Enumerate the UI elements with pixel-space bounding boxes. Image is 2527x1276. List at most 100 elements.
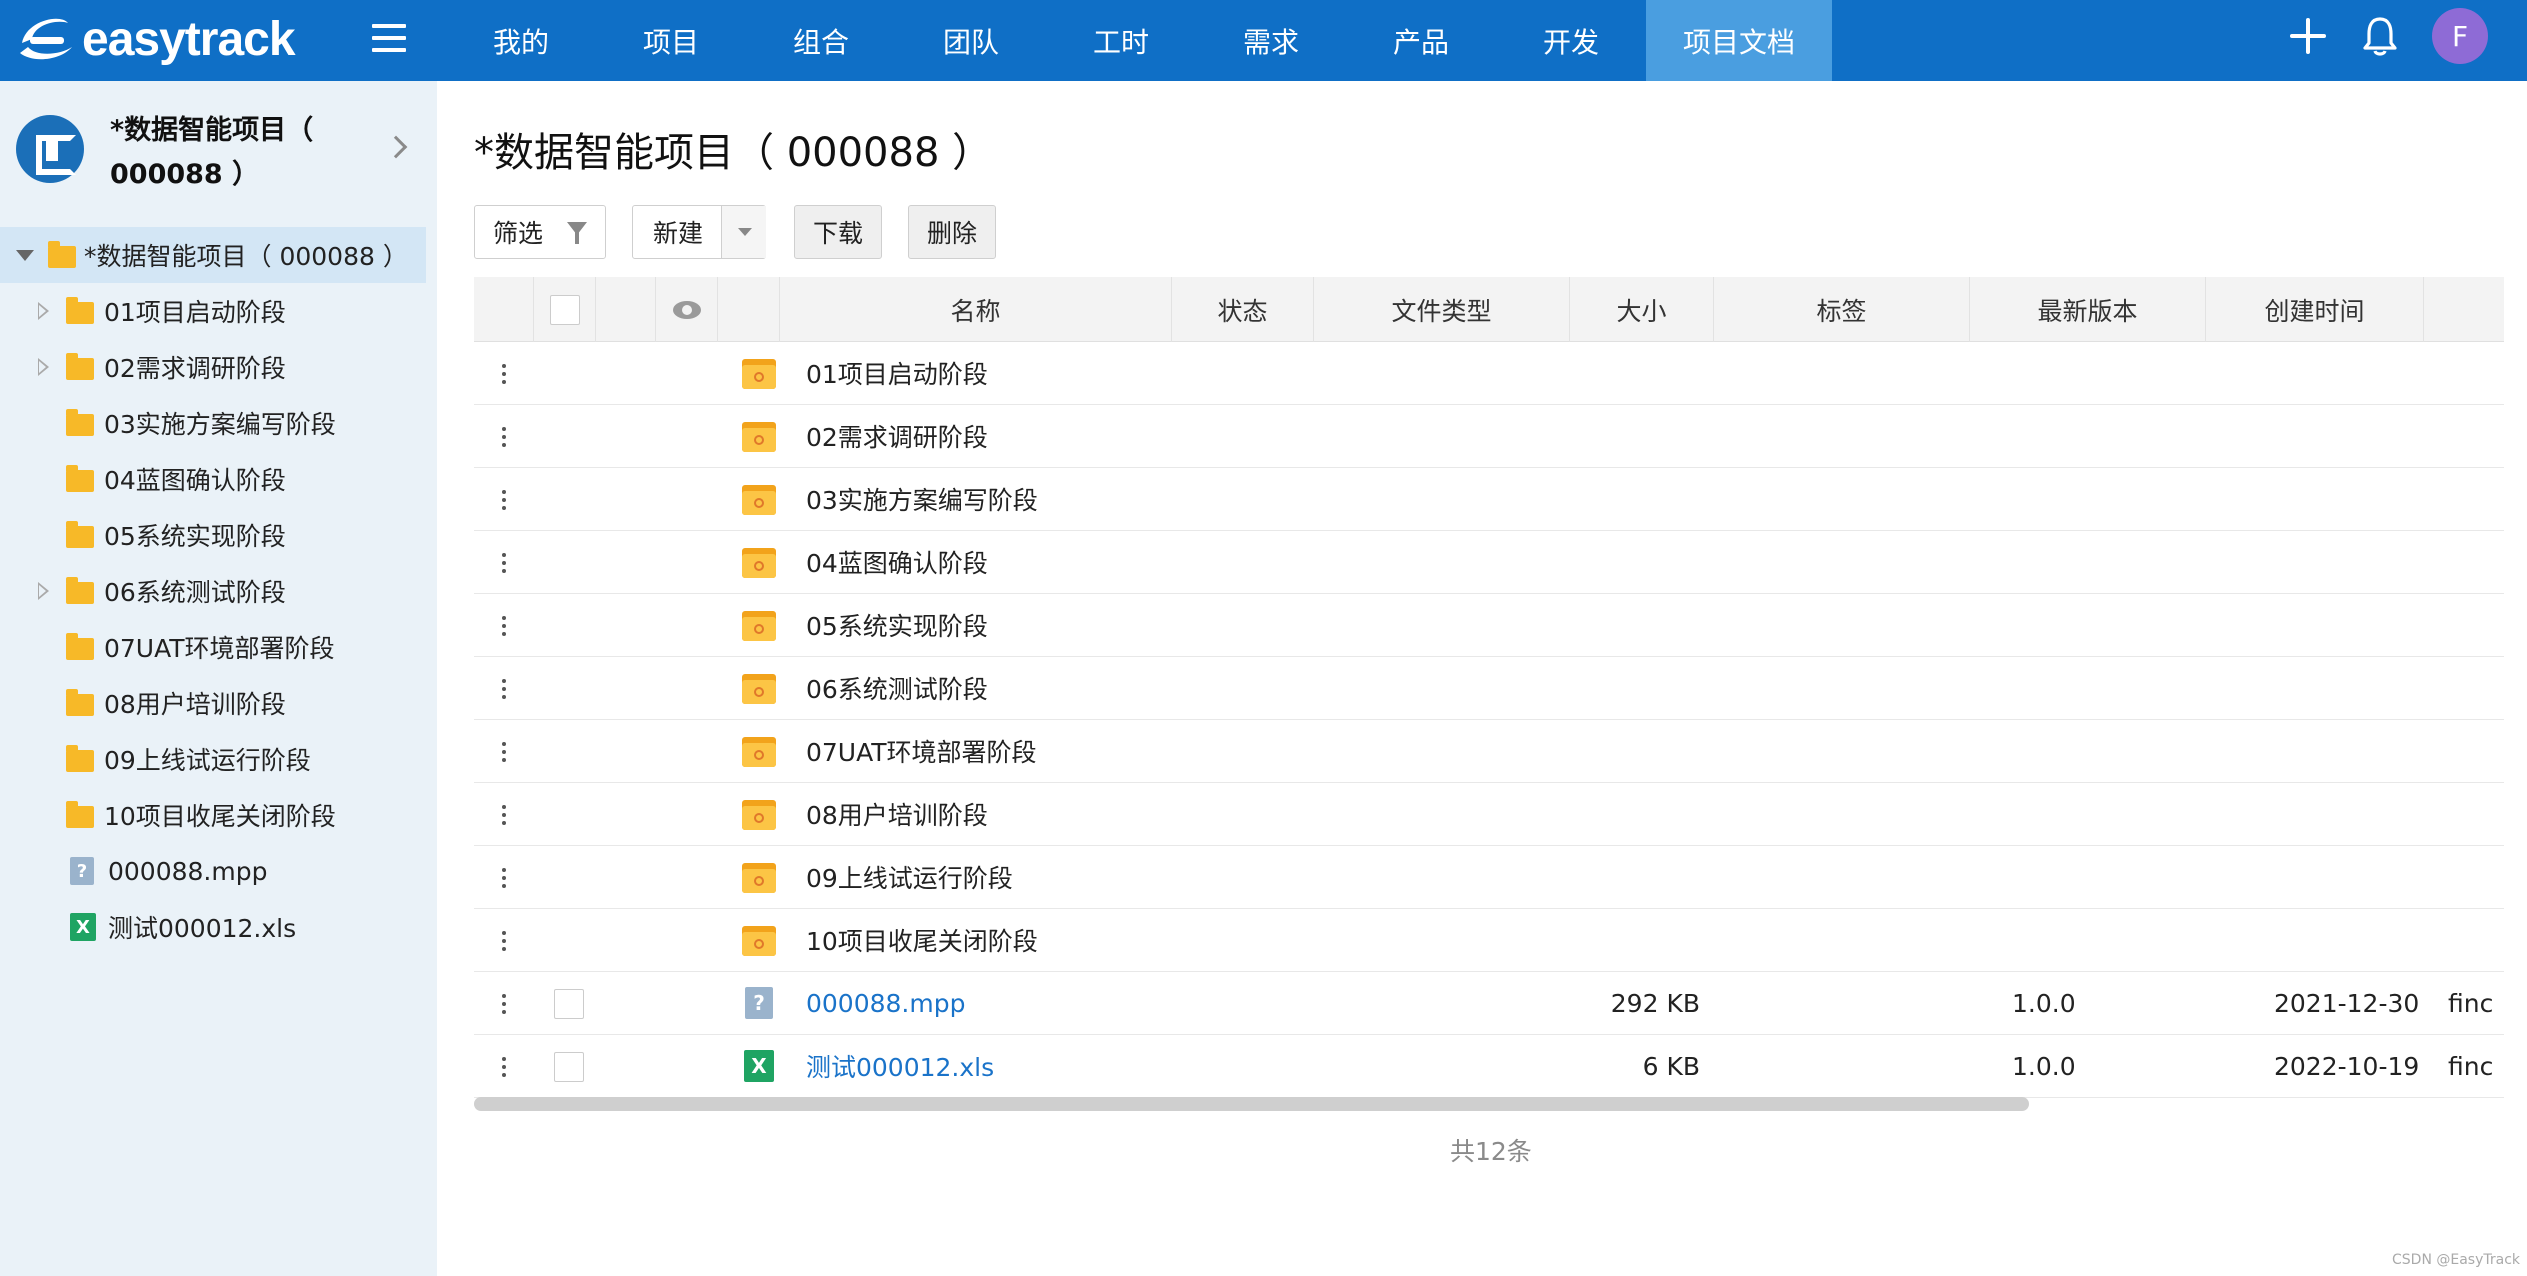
row-name[interactable]: 04蓝图确认阶段 — [806, 531, 988, 593]
menu-icon[interactable] — [372, 24, 406, 52]
row-checkbox[interactable] — [554, 1052, 584, 1082]
bell-icon[interactable] — [2362, 16, 2398, 56]
total-count: 共12条 — [1450, 1137, 1532, 1166]
project-title: *数据智能项目（ 000088 ） — [110, 115, 314, 190]
select-all-checkbox[interactable] — [549, 294, 580, 325]
tree-item-label: 10项目收尾关闭阶段 — [104, 802, 336, 831]
filter-button[interactable]: 筛选 — [474, 205, 606, 259]
table-row[interactable]: 02需求调研阶段 — [474, 405, 2504, 468]
row-name[interactable]: 10项目收尾关闭阶段 — [806, 909, 1038, 971]
header-tags[interactable]: 标签 — [1714, 277, 1970, 342]
nav-item-requirements[interactable]: 需求 — [1196, 0, 1346, 81]
chevron-right-icon[interactable] — [384, 135, 408, 159]
download-button[interactable]: 下载 — [794, 205, 882, 259]
row-name[interactable]: 07UAT环境部署阶段 — [806, 720, 1037, 782]
tree-item[interactable]: ? 000088.mpp — [0, 843, 437, 899]
user-avatar[interactable]: F — [2432, 8, 2488, 64]
tree-item-label: 04蓝图确认阶段 — [104, 466, 286, 495]
table-row[interactable]: ? 000088.mpp 292 KB 1.0.0 2021-12-30 fin… — [474, 972, 2504, 1035]
nav-item-development[interactable]: 开发 — [1496, 0, 1646, 81]
more-icon[interactable] — [502, 1055, 506, 1079]
folder-icon — [742, 548, 776, 578]
tree-item-label: 01项目启动阶段 — [104, 298, 286, 327]
header-status[interactable]: 状态 — [1172, 277, 1314, 342]
row-name-link[interactable]: 测试000012.xls — [806, 1035, 994, 1097]
tree-item[interactable]: 02需求调研阶段 — [0, 339, 437, 395]
tree-item[interactable]: 06系统测试阶段 — [0, 563, 437, 619]
eye-icon[interactable] — [672, 300, 701, 319]
tree-item[interactable]: 10项目收尾关闭阶段 — [0, 787, 437, 843]
header-file-type[interactable]: 文件类型 — [1314, 277, 1570, 342]
nav-item-team[interactable]: 团队 — [896, 0, 1046, 81]
tree-item[interactable]: 05系统实现阶段 — [0, 507, 437, 563]
tree-item[interactable]: 09上线试运行阶段 — [0, 731, 437, 787]
more-icon[interactable] — [502, 866, 506, 890]
more-icon[interactable] — [502, 740, 506, 764]
caret-right-icon[interactable] — [38, 582, 49, 600]
more-icon[interactable] — [502, 803, 506, 827]
header-size[interactable]: 大小 — [1570, 277, 1714, 342]
more-icon[interactable] — [502, 362, 506, 386]
header-select-all — [534, 277, 596, 342]
nav-item-portfolio[interactable]: 组合 — [746, 0, 896, 81]
row-name[interactable]: 03实施方案编写阶段 — [806, 468, 1038, 530]
more-icon[interactable] — [502, 677, 506, 701]
row-name[interactable]: 09上线试运行阶段 — [806, 846, 1013, 908]
table-row[interactable]: X 测试000012.xls 6 KB 1.0.0 2022-10-19 fin… — [474, 1035, 2504, 1098]
more-icon[interactable] — [502, 614, 506, 638]
table-row[interactable]: 08用户培训阶段 — [474, 783, 2504, 846]
caret-down-icon[interactable] — [16, 250, 34, 261]
row-name[interactable]: 08用户培训阶段 — [806, 783, 988, 845]
project-header[interactable]: *数据智能项目（ 000088 ） — [0, 81, 437, 223]
tree-item[interactable]: 01项目启动阶段 — [0, 283, 437, 339]
tree-item[interactable]: 07UAT环境部署阶段 — [0, 619, 437, 675]
plus-icon[interactable] — [2290, 18, 2326, 54]
caret-right-icon[interactable] — [38, 302, 49, 320]
row-created: 2021-12-30 — [2274, 988, 2420, 1018]
row-name[interactable]: 05系统实现阶段 — [806, 594, 988, 656]
tree-item[interactable]: 08用户培训阶段 — [0, 675, 437, 731]
table-row[interactable]: 07UAT环境部署阶段 — [474, 720, 2504, 783]
nav-item-timesheet[interactable]: 工时 — [1046, 0, 1196, 81]
nav-item-project-docs[interactable]: 项目文档 — [1646, 0, 1832, 81]
tree-item[interactable]: X 测试000012.xls — [0, 899, 437, 955]
caret-right-icon[interactable] — [38, 358, 49, 376]
folder-icon — [742, 359, 776, 389]
more-icon[interactable] — [502, 551, 506, 575]
table-row[interactable]: 10项目收尾关闭阶段 — [474, 909, 2504, 972]
horizontal-scrollbar[interactable] — [474, 1097, 2029, 1111]
header-name[interactable]: 名称 — [780, 277, 1172, 342]
table-row[interactable]: 05系统实现阶段 — [474, 594, 2504, 657]
tree-item-label: 测试000012.xls — [108, 914, 297, 943]
tree-item[interactable]: 03实施方案编写阶段 — [0, 395, 437, 451]
more-icon[interactable] — [502, 929, 506, 953]
folder-icon — [66, 409, 94, 436]
tree-item[interactable]: 04蓝图确认阶段 — [0, 451, 437, 507]
chevron-down-icon[interactable] — [721, 206, 766, 258]
row-name[interactable]: 02需求调研阶段 — [806, 405, 988, 467]
row-checkbox[interactable] — [554, 989, 584, 1019]
more-icon[interactable] — [502, 992, 506, 1016]
easytrack-logo[interactable]: easytrack — [16, 6, 296, 72]
tree-item-root[interactable]: *数据智能项目（ 000088 ） — [0, 227, 426, 283]
row-name[interactable]: 01项目启动阶段 — [806, 342, 988, 404]
new-button[interactable]: 新建 — [632, 205, 766, 259]
more-icon[interactable] — [502, 425, 506, 449]
unknown-file-icon: ? — [745, 987, 773, 1019]
nav-item-projects[interactable]: 项目 — [596, 0, 746, 81]
more-icon[interactable] — [502, 488, 506, 512]
folder-icon — [742, 863, 776, 893]
header-created-time[interactable]: 创建时间 — [2206, 277, 2424, 342]
delete-button[interactable]: 删除 — [908, 205, 996, 259]
row-name[interactable]: 06系统测试阶段 — [806, 657, 988, 719]
table-row[interactable]: 09上线试运行阶段 — [474, 846, 2504, 909]
row-name-link[interactable]: 000088.mpp — [806, 972, 965, 1034]
table-row[interactable]: 03实施方案编写阶段 — [474, 468, 2504, 531]
nav-item-products[interactable]: 产品 — [1346, 0, 1496, 81]
table-header: 名称 状态 文件类型 大小 标签 最新版本 创建时间 — [474, 277, 2504, 342]
table-row[interactable]: 06系统测试阶段 — [474, 657, 2504, 720]
nav-item-mine[interactable]: 我的 — [446, 0, 596, 81]
header-latest-version[interactable]: 最新版本 — [1970, 277, 2206, 342]
table-row[interactable]: 04蓝图确认阶段 — [474, 531, 2504, 594]
table-row[interactable]: 01项目启动阶段 — [474, 342, 2504, 405]
